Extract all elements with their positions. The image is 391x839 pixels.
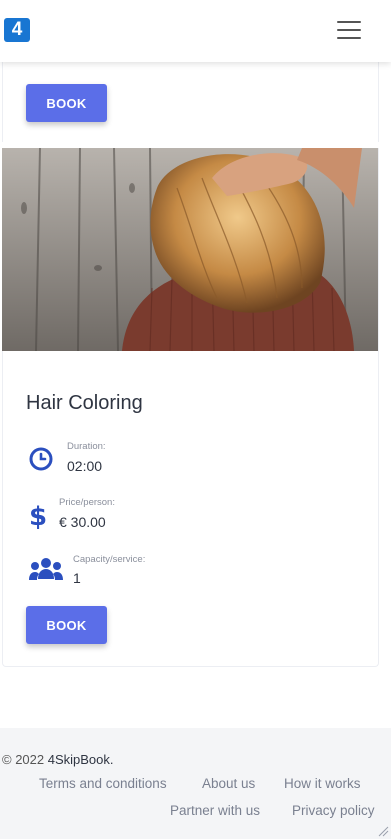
hair-coloring-image: [2, 148, 378, 351]
capacity-label: Capacity/service:: [73, 554, 146, 565]
clock-icon: [29, 447, 53, 471]
service-title: Hair Coloring: [26, 392, 143, 414]
price-value: € 30.00: [59, 514, 106, 530]
footer-link-privacy[interactable]: Privacy policy: [292, 803, 375, 818]
duration-label: Duration:: [67, 441, 106, 452]
footer-link-how-it-works[interactable]: How it works: [284, 776, 361, 791]
price-label: Price/person:: [59, 497, 115, 508]
svg-text:$: $: [29, 502, 47, 530]
footer-link-partner[interactable]: Partner with us: [170, 803, 260, 818]
brand-logo[interactable]: 4: [4, 18, 30, 42]
capacity-value: 1: [73, 570, 81, 586]
footer-link-about[interactable]: About us: [202, 776, 255, 791]
users-icon: [29, 558, 63, 580]
dollar-icon: $: [29, 502, 47, 530]
top-navbar: 4: [0, 0, 391, 62]
footer: © 2022 4SkipBook. Terms and conditions A…: [0, 728, 391, 839]
brand-name: 4SkipBook.: [47, 752, 114, 767]
resize-grip-icon[interactable]: [377, 825, 389, 837]
hamburger-menu-icon[interactable]: [335, 18, 365, 42]
book-button[interactable]: BOOK: [26, 606, 107, 644]
footer-link-terms[interactable]: Terms and conditions: [39, 776, 167, 791]
page: 4 BOOK Hair Coloring Duration: 02:00 $ P…: [0, 0, 391, 839]
service-photo: [2, 148, 378, 351]
copyright-text: © 2022 4SkipBook.: [2, 752, 114, 767]
copyright-prefix: © 2022: [2, 752, 48, 767]
book-button[interactable]: BOOK: [26, 84, 107, 122]
duration-value: 02:00: [67, 458, 103, 474]
